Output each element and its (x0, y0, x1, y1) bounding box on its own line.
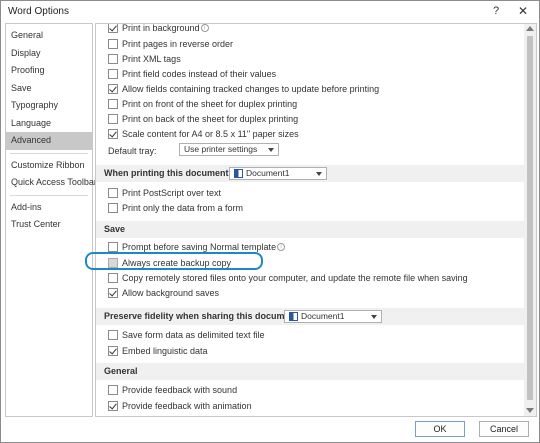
checkbox[interactable] (108, 385, 118, 395)
section-header: When printing this document: (104, 168, 232, 178)
document-icon (289, 312, 298, 321)
checkbox[interactable] (108, 346, 118, 356)
option-row[interactable]: Provide feedback with sound (108, 384, 237, 398)
info-icon: i (277, 243, 286, 251)
chevron-down-icon (371, 315, 377, 319)
scroll-up-icon[interactable] (526, 26, 534, 31)
option-label: Provide feedback with sound (122, 385, 238, 395)
checkbox[interactable] (108, 54, 118, 64)
option-row[interactable]: Scale content for A4 or 8.5 x 11" paper … (108, 128, 299, 142)
section-save: Save (96, 221, 524, 238)
checkbox[interactable] (108, 99, 118, 109)
checkbox[interactable] (108, 330, 118, 340)
sidebar-item-proofing[interactable]: Proofing (6, 62, 92, 80)
option-label: Allow fields containing tracked changes … (122, 84, 380, 94)
sidebar-item-add-ins[interactable]: Add-ins (6, 199, 92, 217)
option-row[interactable]: Embed linguistic data (108, 345, 208, 359)
option-label: Print field codes instead of their value… (122, 69, 277, 79)
option-label: Print PostScript over text (122, 188, 222, 198)
checkbox[interactable] (108, 69, 118, 79)
option-label: Print in background (122, 23, 200, 33)
option-label: Print on back of the sheet for duplex pr… (122, 114, 299, 124)
dialog-footer: OK Cancel (1, 417, 539, 442)
checkbox[interactable] (108, 288, 118, 298)
option-row[interactable]: Print pages in reverse order (108, 38, 233, 52)
option-row[interactable]: Provide feedback with animation (108, 400, 252, 414)
sidebar-item-display[interactable]: Display (6, 45, 92, 63)
document-icon (234, 169, 243, 178)
vertical-scrollbar[interactable] (524, 24, 536, 416)
option-label: Save form data as delimited text file (122, 330, 265, 340)
option-label: Print XML tags (122, 54, 181, 64)
option-label: Print pages in reverse order (122, 39, 234, 49)
sidebar-divider (10, 194, 88, 196)
section-header: Save (104, 224, 126, 234)
word-options-dialog: Word Options ? ✕ General Display Proofin… (0, 0, 540, 443)
sidebar-item-general[interactable]: General (6, 27, 92, 45)
option-row[interactable]: Print PostScript over text (108, 187, 221, 201)
option-row[interactable]: Allow fields containing tracked changes … (108, 83, 379, 97)
option-row[interactable]: Print only the data from a form (108, 202, 243, 216)
dropdown-value: Document1 (246, 168, 290, 178)
sidebar-item-advanced[interactable]: Advanced (6, 132, 92, 150)
ok-button[interactable]: OK (415, 421, 465, 437)
default-tray-dropdown[interactable]: Use printer settings (179, 143, 279, 156)
checkbox[interactable] (108, 39, 118, 49)
sidebar-item-language[interactable]: Language (6, 115, 92, 133)
checkbox[interactable] (108, 273, 118, 283)
chevron-down-icon (268, 148, 274, 152)
option-label: Scale content for A4 or 8.5 x 11" paper … (122, 129, 299, 139)
checkbox[interactable] (108, 242, 118, 252)
sidebar-nav: General Display Proofing Save Typography… (5, 23, 97, 417)
section-header: Preserve fidelity when sharing this docu… (104, 311, 302, 321)
option-label: Copy remotely stored files onto your com… (122, 273, 468, 283)
option-label: Print on front of the sheet for duplex p… (122, 99, 298, 109)
option-row[interactable]: Copy remotely stored files onto your com… (108, 272, 468, 286)
checkbox[interactable] (108, 129, 118, 139)
sidebar-item-quick-access-toolbar[interactable]: Quick Access Toolbar (6, 174, 97, 192)
option-row[interactable]: Save form data as delimited text file (108, 329, 265, 343)
info-icon: i (200, 24, 209, 32)
checkbox[interactable] (108, 24, 118, 33)
dialog-title: Word Options (8, 6, 69, 17)
section-general: General (96, 363, 524, 380)
option-label: Provide feedback with animation (122, 401, 252, 411)
option-label: Allow background saves (122, 288, 220, 298)
fidelity-document-dropdown[interactable]: Document1 (284, 310, 382, 323)
help-button[interactable]: ? (488, 4, 504, 18)
document-dropdown[interactable]: Document1 (229, 167, 327, 180)
checkbox[interactable] (108, 188, 118, 198)
option-row[interactable]: Print in background i (108, 23, 209, 36)
scroll-thumb[interactable] (527, 36, 533, 400)
sidebar-divider (10, 152, 88, 154)
option-row[interactable]: Print XML tags (108, 53, 181, 67)
chevron-down-icon (316, 172, 322, 176)
option-label: Embed linguistic data (122, 346, 208, 356)
title-bar: Word Options ? ✕ (1, 1, 539, 21)
option-row[interactable]: Print on front of the sheet for duplex p… (108, 98, 297, 112)
options-panel: Print in background i Print pages in reve… (95, 23, 537, 417)
sidebar-item-typography[interactable]: Typography (6, 97, 92, 115)
scroll-down-icon[interactable] (526, 408, 534, 413)
section-header: General (104, 366, 138, 376)
sidebar-item-customize-ribbon[interactable]: Customize Ribbon (6, 157, 92, 175)
option-label: Print only the data from a form (122, 203, 244, 213)
cancel-button[interactable]: Cancel (479, 421, 529, 437)
checkbox[interactable] (108, 84, 118, 94)
backup-copy-highlight (85, 252, 263, 270)
option-row[interactable]: Print on back of the sheet for duplex pr… (108, 113, 298, 127)
checkbox[interactable] (108, 114, 118, 124)
sidebar-item-trust-center[interactable]: Trust Center (6, 216, 92, 234)
close-button[interactable]: ✕ (515, 4, 531, 18)
dropdown-value: Use printer settings (184, 144, 258, 154)
default-tray-label: Default tray: (108, 146, 157, 156)
checkbox[interactable] (108, 203, 118, 213)
option-row[interactable]: Print field codes instead of their value… (108, 68, 276, 82)
checkbox[interactable] (108, 401, 118, 411)
option-label: Prompt before saving Normal template (122, 242, 277, 252)
dropdown-value: Document1 (301, 311, 345, 321)
option-row[interactable]: Allow background saves (108, 287, 219, 301)
sidebar-item-save[interactable]: Save (6, 80, 92, 98)
